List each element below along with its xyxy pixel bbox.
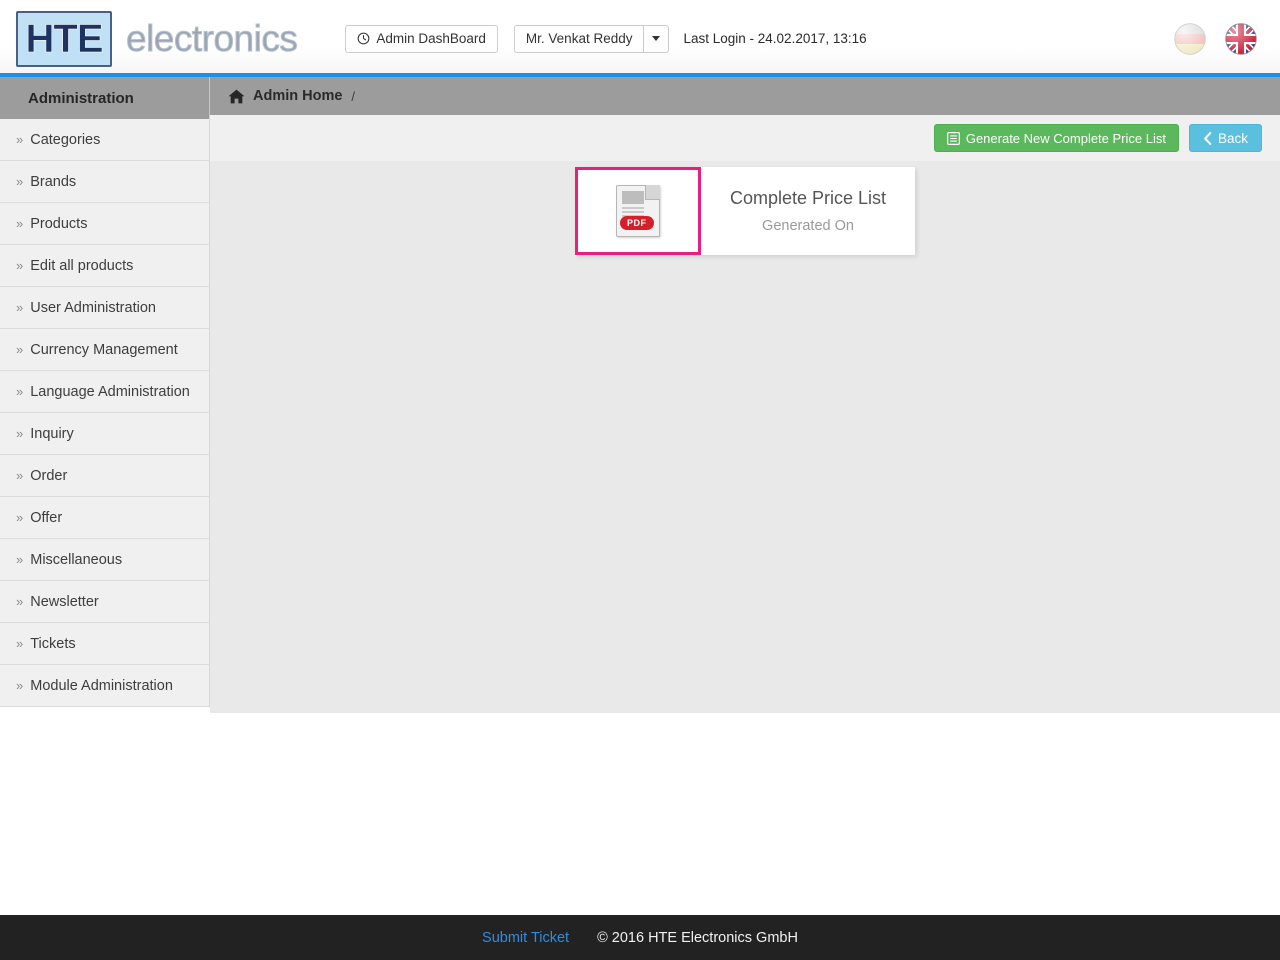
sidebar-bullet-icon: »: [16, 594, 24, 609]
price-list-card-body: Complete Price List Generated On: [701, 167, 915, 255]
user-name-label: Mr. Venkat Reddy: [525, 31, 633, 46]
sidebar-item-tickets[interactable]: » Tickets: [0, 623, 210, 665]
sidebar-bullet-icon: »: [16, 426, 24, 441]
header-actions: Admin DashBoard Mr. Venkat Reddy Last Lo…: [345, 24, 867, 53]
price-list-card[interactable]: PDF Complete Price List Generated On: [575, 167, 915, 255]
sidebar-bullet-icon: »: [16, 132, 24, 147]
generate-price-list-label: Generate New Complete Price List: [965, 130, 1166, 146]
back-button[interactable]: Back: [1188, 124, 1262, 152]
user-menu-toggle[interactable]: [643, 24, 670, 53]
sidebar-item-label: Module Administration: [30, 677, 173, 694]
user-menu-group: Mr. Venkat Reddy: [513, 24, 670, 53]
sidebar-item-label: Inquiry: [30, 425, 74, 442]
user-name-button[interactable]: Mr. Venkat Reddy: [513, 24, 644, 53]
page-footer: Submit Ticket © 2016 HTE Electronics Gmb…: [0, 915, 1280, 960]
home-icon[interactable]: [228, 89, 245, 104]
sidebar-item-categories[interactable]: » Categories: [0, 119, 210, 161]
sidebar-item-miscellaneous[interactable]: » Miscellaneous: [0, 539, 210, 581]
content-area: PDF Complete Price List Generated On: [210, 161, 1280, 713]
breadcrumb: Admin Home /: [210, 77, 1280, 115]
sidebar-item-label: User Administration: [30, 299, 156, 316]
sidebar-bullet-icon: »: [16, 510, 24, 525]
sidebar-bullet-icon: »: [16, 468, 24, 483]
clock-icon: [357, 32, 370, 45]
chevron-down-icon: [652, 36, 661, 41]
sidebar-title: Administration: [0, 77, 210, 119]
breadcrumb-label[interactable]: Admin Home: [253, 88, 342, 104]
sidebar-bullet-icon: »: [16, 258, 24, 273]
sidebar-item-label: Brands: [30, 173, 77, 190]
price-list-generated-on: Generated On: [762, 218, 854, 234]
sidebar-item-order[interactable]: » Order: [0, 455, 210, 497]
breadcrumb-separator: /: [351, 88, 356, 104]
sidebar-item-offer[interactable]: » Offer: [0, 497, 210, 539]
sidebar-item-products[interactable]: » Products: [0, 203, 210, 245]
sidebar-item-label: Currency Management: [30, 341, 178, 358]
sidebar-bullet-icon: »: [16, 342, 24, 357]
chevron-left-icon: [1204, 131, 1212, 145]
app-header: HTE electronics Admin DashBoard Mr. Venk…: [0, 0, 1280, 77]
admin-page: HTE electronics Admin DashBoard Mr. Venk…: [0, 0, 1280, 960]
logo-wordmark: electronics: [125, 17, 298, 59]
sidebar-item-label: Edit all products: [30, 257, 134, 274]
price-list-title: Complete Price List: [729, 188, 887, 208]
sidebar-item-currency-management[interactable]: » Currency Management: [0, 329, 210, 371]
sidebar-item-label: Categories: [30, 131, 101, 148]
sidebar-item-label: Products: [30, 215, 88, 232]
sidebar-bullet-icon: »: [16, 678, 24, 693]
sidebar-item-newsletter[interactable]: » Newsletter: [0, 581, 210, 623]
generate-price-list-button[interactable]: Generate New Complete Price List: [933, 124, 1179, 152]
main-content: Admin Home / Generate New Complete Price…: [210, 77, 1280, 713]
sidebar-bullet-icon: »: [16, 636, 24, 651]
sidebar-item-module-administration[interactable]: » Module Administration: [0, 665, 210, 707]
sidebar-item-label: Newsletter: [30, 593, 99, 610]
sidebar-item-label: Order: [30, 467, 68, 484]
sidebar-bullet-icon: »: [16, 174, 24, 189]
sidebar-item-inquiry[interactable]: » Inquiry: [0, 413, 210, 455]
sidebar-item-language-administration[interactable]: » Language Administration: [0, 371, 210, 413]
sidebar-item-brands[interactable]: » Brands: [0, 161, 210, 203]
copyright-text: © 2016 HTE Electronics GmbH: [597, 929, 798, 946]
sidebar-item-label: Language Administration: [30, 383, 190, 400]
pdf-badge-label: PDF: [620, 216, 654, 230]
logo-mark: HTE: [16, 10, 112, 67]
submit-ticket-link[interactable]: Submit Ticket: [482, 930, 569, 946]
sidebar-bullet-icon: »: [16, 216, 24, 231]
admin-dashboard-button[interactable]: Admin DashBoard: [345, 24, 498, 53]
brand-logo[interactable]: HTE electronics: [16, 10, 298, 67]
logo-letters: HTE: [25, 16, 104, 61]
pdf-file-icon: PDF: [616, 185, 660, 237]
sidebar-bullet-icon: »: [16, 300, 24, 315]
sidebar-bullet-icon: »: [16, 552, 24, 567]
back-label: Back: [1217, 130, 1248, 146]
sidebar: Administration » Categories » Brands » Produc…: [0, 77, 210, 707]
sidebar-item-user-administration[interactable]: » User Administration: [0, 287, 210, 329]
page-body: Administration » Categories » Brands » Produc…: [0, 77, 1280, 713]
pdf-download-pane[interactable]: PDF: [575, 167, 701, 255]
sidebar-item-label: Tickets: [30, 635, 76, 652]
sidebar-item-label: Miscellaneous: [30, 551, 123, 568]
uk-flag-icon[interactable]: [1224, 22, 1258, 56]
sidebar-item-edit-all-products[interactable]: » Edit all products: [0, 245, 210, 287]
list-icon: [946, 131, 960, 145]
last-login-text: Last Login - 24.02.2017, 13:16: [683, 31, 867, 46]
sidebar-item-label: Offer: [30, 509, 63, 526]
language-switcher: [1173, 22, 1258, 56]
admin-dashboard-label: Admin DashBoard: [376, 31, 486, 46]
action-toolbar: Generate New Complete Price List Back: [210, 115, 1280, 161]
sidebar-bullet-icon: »: [16, 384, 24, 399]
german-flag-icon[interactable]: [1173, 22, 1207, 56]
